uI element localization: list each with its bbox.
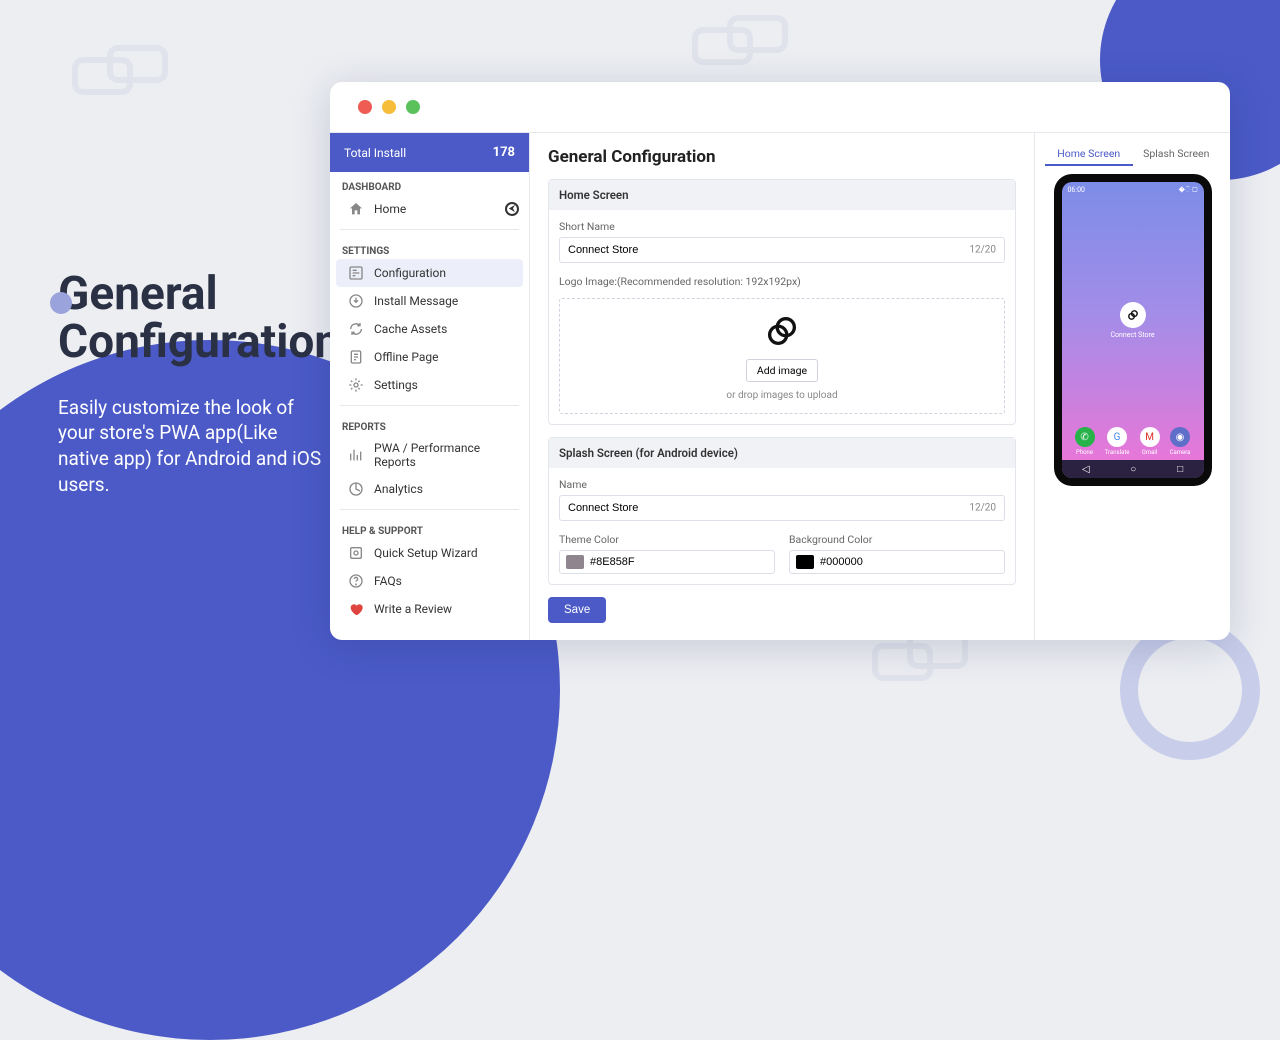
phone-status-bar: 06:00 �ିି ▢: [1062, 182, 1204, 199]
phone-mockup: 06:00 �ିି ▢ Connect Store ✆Phone GTransl…: [1054, 174, 1212, 486]
sidebar-item-faqs[interactable]: FAQs: [336, 567, 523, 595]
bg-color-label: Background Color: [789, 533, 1005, 546]
sliders-icon: [348, 265, 364, 281]
total-install-label: Total Install: [344, 146, 406, 160]
phone-nav-bar: ◁○□: [1062, 460, 1204, 478]
logo-preview-icon: [762, 311, 802, 351]
preview-panel: Home Screen Splash Screen 06:00 �ିି ▢ Co…: [1034, 133, 1230, 640]
sidebar-item-label: Configuration: [374, 266, 446, 280]
section-help: HELP & SUPPORT: [330, 516, 529, 539]
refresh-icon: [348, 321, 364, 337]
sidebar-item-label: Write a Review: [374, 602, 452, 616]
window-close-dot[interactable]: [358, 100, 372, 114]
phone-app-icon: Connect Store: [1110, 302, 1154, 339]
preview-tab-home[interactable]: Home Screen: [1045, 143, 1133, 166]
bg-color-input[interactable]: [789, 550, 1005, 574]
total-install-banner: Total Install 178: [330, 133, 529, 172]
splash-name-count: 12/20: [969, 503, 996, 514]
short-name-label: Short Name: [559, 220, 1005, 233]
sidebar-item-label: Analytics: [374, 482, 423, 496]
splash-name-input[interactable]: [560, 496, 1004, 520]
sidebar-item-configuration[interactable]: Configuration: [336, 259, 523, 287]
hero-description: Easily customize the look of your store'…: [58, 395, 328, 498]
sidebar-item-offline-page[interactable]: Offline Page: [336, 343, 523, 371]
logo-upload-box[interactable]: Add image or drop images to upload: [559, 298, 1005, 414]
sidebar-item-wizard[interactable]: Quick Setup Wizard: [336, 539, 523, 567]
window-max-dot[interactable]: [406, 100, 420, 114]
section-settings: SETTINGS: [330, 236, 529, 259]
wizard-icon: [348, 545, 364, 561]
bg-color-swatch: [796, 555, 814, 569]
theme-color-swatch: [566, 555, 584, 569]
page-title: General Configuration: [548, 147, 1016, 167]
card-header-splash: Splash Screen (for Android device): [549, 438, 1015, 468]
window-titlebar: [330, 82, 1230, 132]
logo-label: Logo Image:(Recommended resolution: 192x…: [559, 275, 1005, 288]
sidebar-item-label: Cache Assets: [374, 322, 447, 336]
hero-title: General Configuration: [58, 270, 328, 367]
splash-name-label: Name: [559, 478, 1005, 491]
card-header-home: Home Screen: [549, 180, 1015, 210]
preview-tab-splash[interactable]: Splash Screen: [1133, 143, 1221, 166]
sidebar-item-cache-assets[interactable]: Cache Assets: [336, 315, 523, 343]
app-window: Total Install 178 DASHBOARD ⮜ Home SETTI…: [330, 82, 1230, 640]
home-icon: [348, 201, 364, 217]
sidebar-item-label: Quick Setup Wizard: [374, 546, 478, 560]
sidebar-item-analytics[interactable]: Analytics: [336, 475, 523, 503]
sidebar-item-label: PWA / Performance Reports: [374, 441, 511, 469]
card-splash-screen: Splash Screen (for Android device) Name …: [548, 437, 1016, 585]
theme-color-label: Theme Color: [559, 533, 775, 546]
section-dashboard: DASHBOARD: [330, 172, 529, 195]
phone-dock: ✆Phone GTranslate MGmail ◉Camera: [1062, 427, 1204, 456]
window-min-dot[interactable]: [382, 100, 396, 114]
main-content: General Configuration Home Screen Short …: [530, 133, 1034, 640]
sidebar-item-settings[interactable]: Settings: [336, 371, 523, 399]
bg-link-icon: [690, 10, 790, 74]
sidebar-item-label: Settings: [374, 378, 418, 392]
gear-icon: [348, 377, 364, 393]
save-button[interactable]: Save: [548, 597, 606, 623]
short-name-input[interactable]: [560, 238, 1004, 262]
chart-icon: [348, 447, 364, 463]
sidebar-item-review[interactable]: Write a Review: [336, 595, 523, 623]
sidebar: Total Install 178 DASHBOARD ⮜ Home SETTI…: [330, 133, 530, 640]
sidebar-item-label: Install Message: [374, 294, 458, 308]
document-icon: [348, 349, 364, 365]
sidebar-item-perf-reports[interactable]: PWA / Performance Reports: [336, 435, 523, 475]
drop-hint: or drop images to upload: [572, 390, 992, 401]
sidebar-item-label: FAQs: [374, 574, 402, 588]
short-name-count: 12/20: [969, 245, 996, 256]
signal-icon: �ିି ▢: [1179, 186, 1198, 195]
bg-link-icon: [70, 40, 170, 104]
sidebar-collapse-icon[interactable]: ⮜: [505, 202, 519, 216]
section-reports: REPORTS: [330, 412, 529, 435]
download-icon: [348, 293, 364, 309]
help-icon: [348, 573, 364, 589]
sidebar-item-label: Offline Page: [374, 350, 439, 364]
theme-color-input[interactable]: [559, 550, 775, 574]
total-install-count: 178: [493, 145, 515, 160]
sidebar-item-label: Home: [374, 202, 406, 216]
analytics-icon: [348, 481, 364, 497]
add-image-button[interactable]: Add image: [746, 359, 818, 382]
card-home-screen: Home Screen Short Name 12/20 Logo Image:…: [548, 179, 1016, 425]
heart-icon: [348, 601, 364, 617]
sidebar-item-install-message[interactable]: Install Message: [336, 287, 523, 315]
sidebar-item-home[interactable]: Home: [336, 195, 523, 223]
